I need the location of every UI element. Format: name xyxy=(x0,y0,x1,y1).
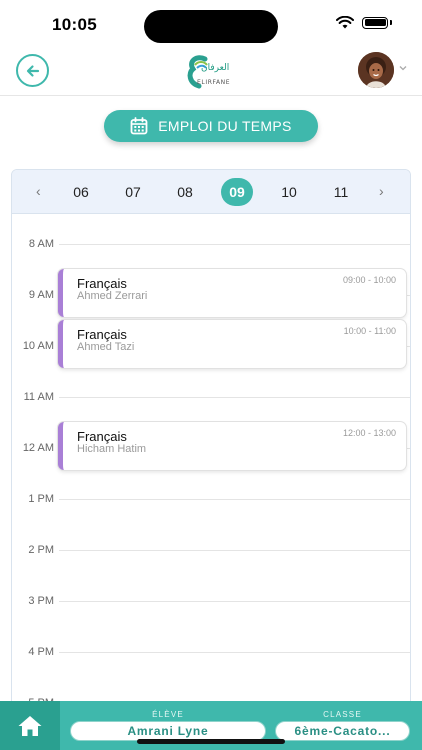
schedule-button[interactable]: EMPLOI DU TEMPS xyxy=(104,110,318,142)
hour-line xyxy=(59,499,410,500)
day-strip: ‹ 06 07 08 09 10 11 › xyxy=(12,170,410,214)
event-subject: Français xyxy=(77,276,127,291)
event-teacher: Ahmed Tazi xyxy=(77,341,135,353)
hour-label: 10 AM xyxy=(22,340,54,352)
chevron-right-icon[interactable]: › xyxy=(379,183,384,199)
user-avatar-icon xyxy=(358,52,394,88)
hour-label: 4 PM xyxy=(28,646,54,658)
app-header: العرفان ELIRFANE xyxy=(0,50,422,96)
back-button[interactable] xyxy=(16,54,49,87)
day-07[interactable]: 07 xyxy=(117,178,149,206)
status-time: 10:05 xyxy=(52,15,97,34)
calendar-icon xyxy=(130,117,148,135)
arrow-left-icon xyxy=(26,64,39,77)
hour-label: 2 PM xyxy=(28,544,54,556)
status-icons xyxy=(336,16,392,29)
wifi-icon xyxy=(336,16,354,29)
status-bar: 10:05 xyxy=(0,0,422,50)
hour-line xyxy=(59,397,410,398)
logo-latin-text: ELIRFANE xyxy=(197,79,231,86)
hour-label: 9 AM xyxy=(28,289,54,301)
event-teacher: Ahmed Zerrari xyxy=(77,290,148,302)
day-06[interactable]: 06 xyxy=(65,178,97,206)
home-icon xyxy=(18,715,42,736)
battery-icon xyxy=(362,16,388,29)
event-card[interactable]: Français Hicham Hatim 12:00 - 13:00 xyxy=(58,422,406,470)
hour-label: 1 PM xyxy=(28,493,54,505)
chevron-left-icon[interactable]: ‹ xyxy=(36,183,41,199)
hour-label: 8 AM xyxy=(28,238,54,250)
day-08[interactable]: 08 xyxy=(169,178,201,206)
class-label: CLASSE xyxy=(323,710,362,719)
event-teacher: Hicham Hatim xyxy=(77,443,147,455)
app-screen: 10:05 العرفان ELIRFANE EMPLOI DU TEMPS ‹… xyxy=(0,0,422,750)
event-subject: Français xyxy=(77,327,127,342)
class-selector[interactable]: 6ème-Cacato... xyxy=(275,721,410,741)
student-selector[interactable]: Amrani Lyne xyxy=(70,721,266,741)
day-10[interactable]: 10 xyxy=(273,178,305,206)
event-time: 09:00 - 10:00 xyxy=(342,275,396,285)
hour-label: 11 AM xyxy=(23,391,54,403)
school-logo: العرفان ELIRFANE xyxy=(185,53,247,91)
schedule-button-label: EMPLOI DU TEMPS xyxy=(158,118,292,134)
hour-label: 3 PM xyxy=(28,595,54,607)
dynamic-island xyxy=(144,10,278,43)
home-indicator xyxy=(137,739,285,744)
day-11[interactable]: 11 xyxy=(325,178,357,206)
hour-line xyxy=(59,550,410,551)
event-card[interactable]: Français Ahmed Tazi 10:00 - 11:00 xyxy=(58,320,406,368)
hour-label: 12 AM xyxy=(22,442,54,454)
chevron-down-icon[interactable] xyxy=(399,64,407,72)
logo-arabic-text: العرفان xyxy=(201,63,230,73)
battery-tip xyxy=(390,20,392,25)
event-time: 10:00 - 11:00 xyxy=(343,326,396,336)
hour-line xyxy=(59,601,410,602)
avatar[interactable] xyxy=(358,52,394,88)
hour-line xyxy=(59,244,410,245)
event-card[interactable]: Français Ahmed Zerrari 09:00 - 10:00 xyxy=(58,269,406,317)
event-subject: Français xyxy=(77,429,127,444)
home-button[interactable] xyxy=(0,701,60,750)
calendar-card: ‹ 06 07 08 09 10 11 › 8 AM 9 AM 10 AM 11… xyxy=(11,169,411,729)
event-time: 12:00 - 13:00 xyxy=(342,428,396,438)
day-09-selected[interactable]: 09 xyxy=(221,178,253,206)
student-label: ÉLÈVE xyxy=(152,710,184,719)
hour-line xyxy=(59,652,410,653)
